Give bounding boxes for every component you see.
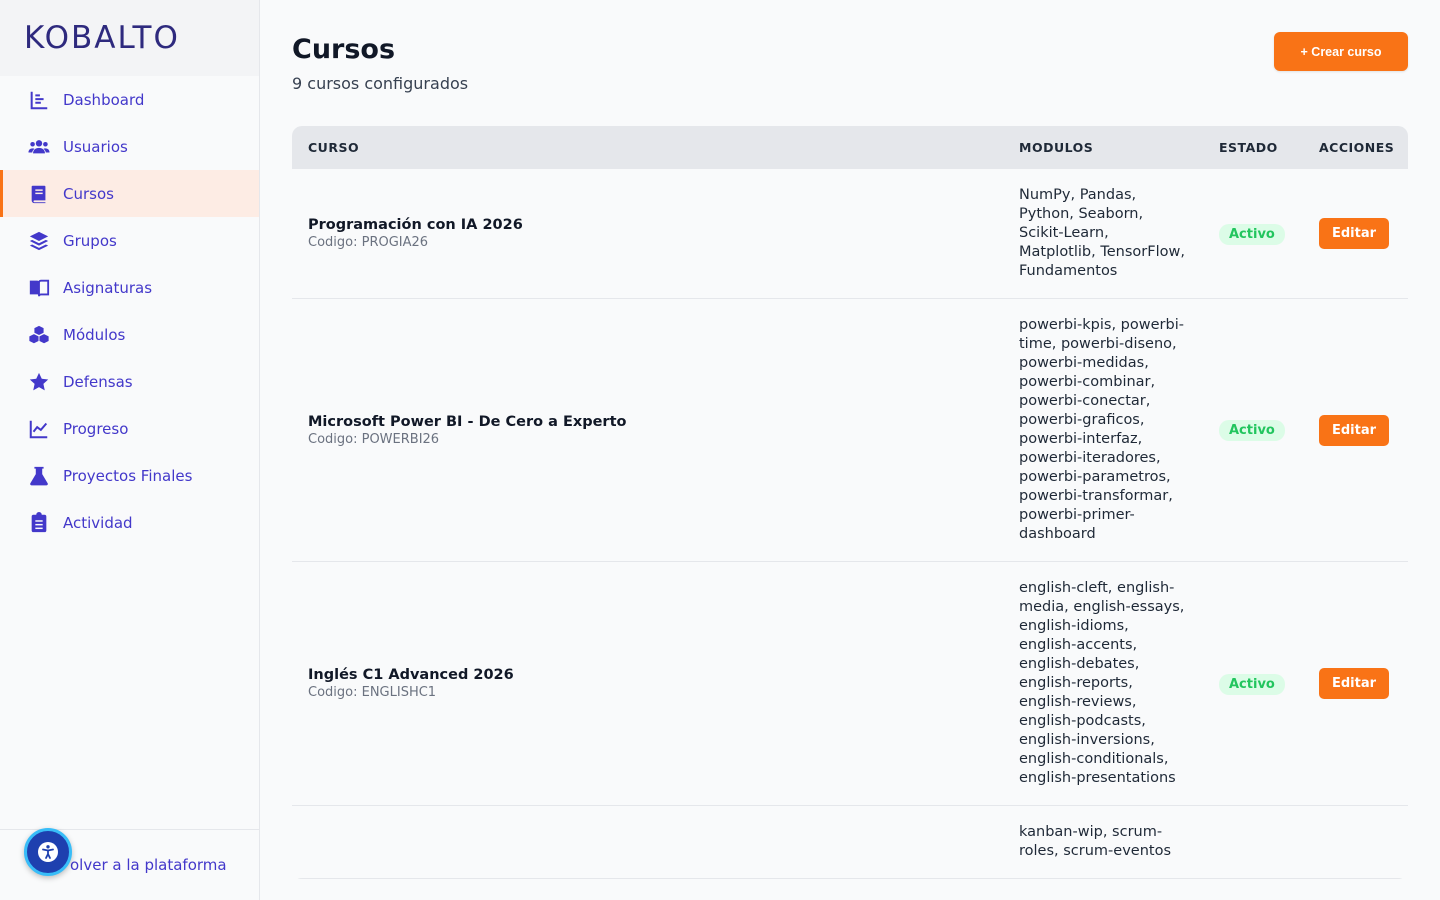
actions-cell: Editar	[1303, 668, 1408, 699]
edit-button[interactable]: Editar	[1319, 218, 1389, 249]
course-name: Inglés C1 Advanced 2026	[308, 667, 514, 683]
courses-table: CURSO MODULOS ESTADO ACCIONES Programaci…	[292, 126, 1408, 879]
table-row: Microsoft Power BI - De Cero a Experto C…	[292, 299, 1408, 562]
actions-cell: Editar	[1303, 218, 1408, 249]
page-title: Cursos	[292, 34, 396, 65]
status-cell: Activo	[1203, 673, 1303, 695]
book-icon	[27, 182, 51, 206]
status-badge: Activo	[1219, 673, 1285, 695]
sidebar-item-dashboard[interactable]: Dashboard	[0, 76, 259, 123]
sidebar-item-grupos[interactable]: Grupos	[0, 217, 259, 264]
cubes-icon	[27, 323, 51, 347]
table-row: Inglés C1 Advanced 2026 Codigo: ENGLISHC…	[292, 562, 1408, 806]
sidebar-item-label: Grupos	[63, 231, 117, 250]
sidebar-item-asignaturas[interactable]: Asignaturas	[0, 264, 259, 311]
course-cell: Inglés C1 Advanced 2026 Codigo: ENGLISHC…	[292, 667, 1003, 700]
status-badge: Activo	[1219, 223, 1285, 245]
modules-cell: english-cleft, english-media, english-es…	[1003, 562, 1203, 805]
clipboard-icon	[27, 511, 51, 535]
modules-list: english-cleft, english-media, english-es…	[1019, 580, 1185, 786]
sidebar-item-usuarios[interactable]: Usuarios	[0, 123, 259, 170]
logo-area: KOBALTO	[0, 0, 259, 76]
accessibility-button[interactable]	[24, 828, 72, 876]
status-badge: Activo	[1219, 420, 1285, 441]
sidebar-item-label: Módulos	[63, 325, 126, 344]
users-icon	[27, 135, 51, 159]
course-cell: Programación con IA 2026 Codigo: PROGIA2…	[292, 217, 1003, 250]
modules-cell: kanban-wip, scrum-roles, scrum-eventos	[1003, 806, 1203, 878]
table-row: kanban-wip, scrum-roles, scrum-eventos	[292, 806, 1408, 879]
accessibility-icon	[36, 840, 60, 864]
course-code: Codigo: POWERBI26	[308, 431, 440, 447]
edit-button[interactable]: Editar	[1319, 668, 1389, 699]
back-to-platform-link[interactable]: olver a la plataforma	[70, 856, 227, 874]
star-icon	[27, 370, 51, 394]
sidebar-item-proyectos-finales[interactable]: Proyectos Finales	[0, 452, 259, 499]
column-header-modulos: MODULOS	[1019, 140, 1094, 155]
sidebar-item-label: Usuarios	[63, 137, 128, 156]
course-name: Microsoft Power BI - De Cero a Experto	[308, 413, 627, 430]
modules-list: kanban-wip, scrum-roles, scrum-eventos	[1019, 824, 1171, 859]
dashboard-icon	[27, 88, 51, 112]
modules-cell: NumPy, Pandas, Python, Seaborn, Scikit-L…	[1003, 169, 1203, 298]
sidebar-item-label: Defensas	[63, 372, 133, 391]
layers-icon	[27, 229, 51, 253]
brand-logo[interactable]: KOBALTO	[24, 20, 180, 56]
open-book-icon	[27, 276, 51, 300]
actions-cell: Editar	[1303, 414, 1408, 446]
page-subtitle: 9 cursos configurados	[292, 74, 469, 93]
line-chart-icon	[27, 417, 51, 441]
status-cell: Activo	[1203, 223, 1303, 245]
course-name: Programación con IA 2026	[308, 217, 523, 233]
table-row: Programación con IA 2026 Codigo: PROGIA2…	[292, 169, 1408, 299]
sidebar-item-actividad[interactable]: Actividad	[0, 499, 259, 546]
flask-icon	[27, 464, 51, 488]
course-code: Codigo: PROGIA26	[308, 235, 429, 250]
column-header-curso: CURSO	[308, 140, 360, 155]
sidebar-item-label: Dashboard	[63, 90, 145, 109]
sidebar-item-progreso[interactable]: Progreso	[0, 405, 259, 452]
modules-list: powerbi-kpis, powerbi-time, powerbi-dise…	[1019, 317, 1184, 542]
sidebar-nav: Dashboard Usuarios Cursos Grupos Asignat…	[0, 76, 259, 546]
sidebar-item-modulos[interactable]: Módulos	[0, 311, 259, 358]
sidebar-item-label: Progreso	[63, 419, 129, 438]
column-header-estado: ESTADO	[1219, 140, 1278, 155]
column-header-acciones: ACCIONES	[1319, 140, 1395, 155]
course-cell: Microsoft Power BI - De Cero a Experto C…	[292, 414, 1003, 447]
course-code: Codigo: ENGLISHC1	[308, 685, 437, 700]
sidebar-item-cursos[interactable]: Cursos	[0, 170, 259, 217]
sidebar-item-label: Asignaturas	[63, 278, 153, 297]
sidebar-item-label: Actividad	[63, 513, 133, 532]
table-header: CURSO MODULOS ESTADO ACCIONES	[292, 126, 1408, 169]
modules-cell: powerbi-kpis, powerbi-time, powerbi-dise…	[1003, 299, 1203, 561]
sidebar: KOBALTO Dashboard Usuarios Cursos Grupos	[0, 0, 260, 900]
edit-button[interactable]: Editar	[1319, 414, 1389, 446]
status-cell: Activo	[1203, 419, 1303, 441]
sidebar-item-label: Cursos	[63, 184, 114, 203]
modules-list: NumPy, Pandas, Python, Seaborn, Scikit-L…	[1019, 187, 1185, 279]
create-course-button[interactable]: + Crear curso	[1274, 32, 1408, 71]
sidebar-item-defensas[interactable]: Defensas	[0, 358, 259, 405]
sidebar-item-label: Proyectos Finales	[63, 466, 193, 485]
